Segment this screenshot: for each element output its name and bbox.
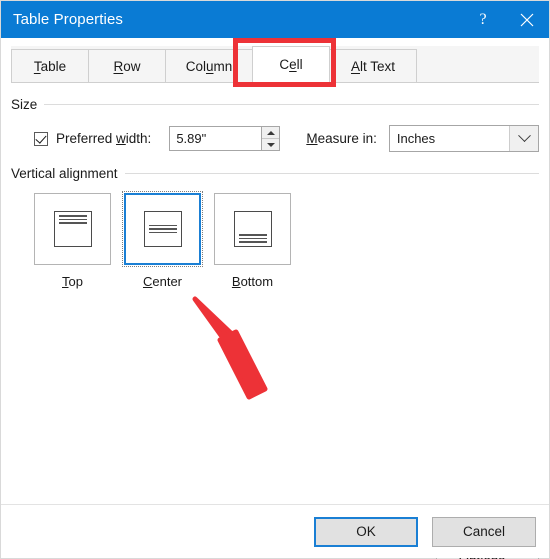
valign-center-label: Center [142,274,183,289]
size-group-header: Size [11,97,539,112]
measure-in-arrow[interactable] [509,126,538,151]
tab-column[interactable]: Column [165,49,253,82]
valign-bottom-box[interactable] [214,193,291,265]
align-center-icon [143,211,182,247]
tab-cell-label: e [289,57,297,72]
table-properties-dialog: Table Properties ? Table Row Column Cell… [0,0,550,559]
triangle-up-icon [266,130,275,135]
size-group-legend: Size [11,97,38,112]
cell-tab-panel: Size Preferred width: 5.89" Measure in: [1,83,549,559]
tab-cell[interactable]: Cell [252,46,330,83]
vertical-alignment-rule [124,173,539,174]
measure-in-value: Inches [396,131,436,146]
vertical-alignment-legend: Vertical alignment [11,166,118,181]
tab-column-label: u [205,59,214,74]
spinner-down-button[interactable] [262,138,280,150]
preferred-width-checkbox[interactable] [34,131,48,146]
measure-in-dropdown[interactable]: Inches [388,125,539,152]
tab-table[interactable]: Table [11,49,89,82]
align-top-icon [53,211,92,247]
size-group: Size Preferred width: 5.89" Measure in: [11,97,539,152]
preferred-width-spinner[interactable]: 5.89" [169,126,281,151]
vertical-alignment-options: Top Center Bottom [11,191,539,289]
preferred-width-row: Preferred width: 5.89" Measure in: Inche… [11,125,539,152]
preferred-width-label: Preferred width: [56,131,152,146]
valign-option-top[interactable]: Top [34,193,111,289]
preferred-width-spin-buttons [261,126,281,151]
title-bar: Table Properties ? [1,1,549,38]
window-title: Table Properties [13,11,123,28]
valign-option-bottom[interactable]: Bottom [214,193,291,289]
tab-strip: Table Row Column Cell Alt Text [11,46,539,83]
close-button[interactable] [505,1,549,38]
question-mark-icon: ? [479,10,487,28]
tab-row-label: R [113,59,124,74]
valign-option-center[interactable]: Center [122,191,203,289]
tab-alt-text[interactable]: Alt Text [329,49,417,82]
valign-top-box[interactable] [34,193,111,265]
annotation-arrow [192,296,268,400]
align-bottom-icon [233,211,272,247]
triangle-down-icon [266,142,275,147]
valign-top-label: Top [62,274,83,289]
valign-bottom-label: Bottom [231,274,274,289]
size-group-rule [44,104,539,105]
chevron-down-icon [517,129,531,143]
dialog-footer: OK Cancel [1,504,549,558]
valign-center-box[interactable] [122,191,203,267]
vertical-alignment-group: Vertical alignment Top Center Bottom [11,166,539,289]
preferred-width-input[interactable]: 5.89" [169,126,262,151]
ok-button[interactable]: OK [314,516,418,547]
vertical-alignment-header: Vertical alignment [11,166,539,181]
tab-row[interactable]: Row [88,49,166,82]
tab-table-label: T [33,59,41,74]
tab-strip-container: Table Row Column Cell Alt Text [1,38,549,83]
screenshot-root: Table Properties ? Table Row Column Cell… [0,0,550,559]
spinner-up-button[interactable] [262,127,280,138]
help-button[interactable]: ? [461,1,505,38]
measure-in-label: Measure in: [306,131,377,146]
close-icon [520,13,534,26]
tab-alt-text-label: A [350,59,360,74]
cancel-button[interactable]: Cancel [432,516,536,547]
